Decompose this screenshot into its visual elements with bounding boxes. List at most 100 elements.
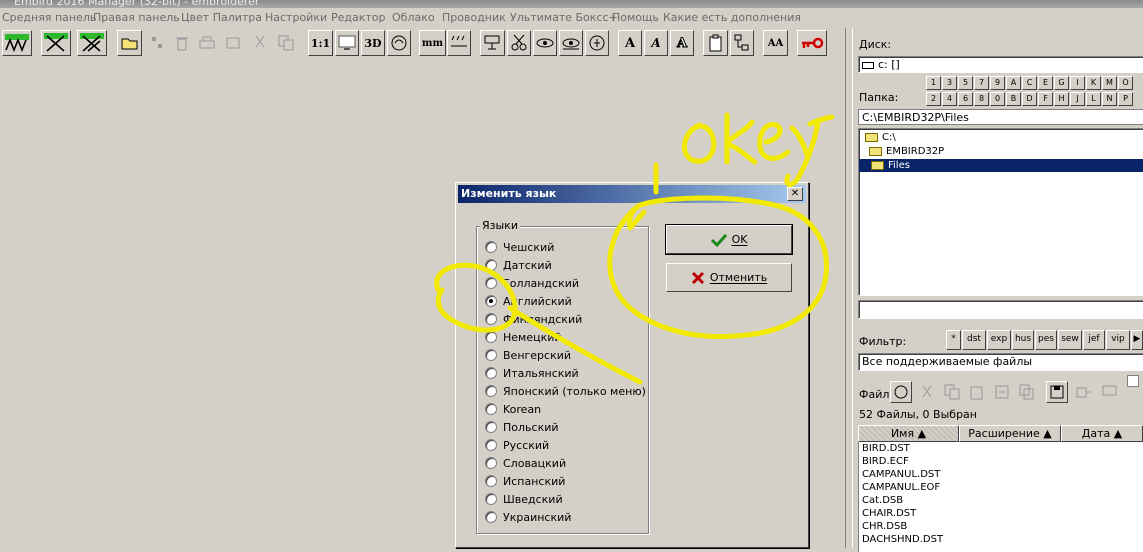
drive-key[interactable]: F xyxy=(1038,92,1053,106)
radio-italian[interactable]: Итальянский xyxy=(485,365,579,381)
radio-swedish[interactable]: Шведский xyxy=(485,491,563,507)
radio-ukrainian[interactable]: Украинский xyxy=(485,509,571,525)
radio-button[interactable] xyxy=(485,457,497,469)
drive-key[interactable]: H xyxy=(1054,92,1069,106)
drive-key[interactable]: 9 xyxy=(990,76,1005,90)
drive-key[interactable]: 2 xyxy=(926,92,941,106)
radio-button[interactable] xyxy=(485,331,497,343)
drive-key[interactable]: A xyxy=(1006,76,1021,90)
list-item[interactable]: CHAIR.DST xyxy=(859,507,1143,520)
drive-key[interactable]: 6 xyxy=(958,92,973,106)
list-item[interactable]: CAMPANUL.EOF xyxy=(859,481,1143,494)
drive-key[interactable]: 7 xyxy=(974,76,989,90)
radio-polish[interactable]: Польский xyxy=(485,419,559,435)
delete-icon[interactable] xyxy=(171,30,193,56)
multi-file-icon[interactable] xyxy=(1016,381,1038,403)
radio-dutch[interactable]: Голландский xyxy=(485,275,579,291)
copy-file-icon[interactable] xyxy=(941,381,963,403)
open-folder-icon[interactable] xyxy=(117,30,142,56)
save-file-icon[interactable] xyxy=(1046,381,1068,403)
menu-ultimate-box[interactable]: Ультимате Боксс+ xyxy=(510,11,618,24)
radio-button[interactable] xyxy=(485,295,497,307)
menu-help[interactable]: Помощь xyxy=(612,11,659,24)
list-item[interactable]: CHR.DSB xyxy=(859,520,1143,533)
drive-key[interactable]: 3 xyxy=(942,76,957,90)
scale-1-1-icon[interactable]: 1:1 xyxy=(308,30,333,56)
view-3d-icon[interactable]: 3D xyxy=(361,30,385,56)
radio-finnish[interactable]: Финляндский xyxy=(485,311,582,327)
metric-icon[interactable]: mm xyxy=(419,30,446,56)
cut-file-icon[interactable] xyxy=(916,381,938,403)
list-item[interactable]: Cat.DSB xyxy=(859,494,1143,507)
tree-item-c[interactable]: C:\ xyxy=(865,131,896,144)
radio-german[interactable]: Немецкий xyxy=(485,329,562,345)
radio-button[interactable] xyxy=(485,259,497,271)
list-item[interactable]: BIRD.DST xyxy=(859,442,1143,455)
radio-korean[interactable]: Korean xyxy=(485,401,541,417)
tree-item-files[interactable]: Files xyxy=(859,159,1143,172)
menu-color-palette[interactable]: Цвет Палитра xyxy=(181,11,262,24)
drive-key[interactable]: C xyxy=(1022,76,1037,90)
search-field[interactable] xyxy=(858,300,1143,319)
letter-a-icon[interactable]: A xyxy=(618,30,642,56)
radio-czech[interactable]: Чешский xyxy=(485,239,554,255)
filter-next-button[interactable]: ▶ xyxy=(1131,330,1143,350)
drive-key[interactable]: B xyxy=(1006,92,1021,106)
hoop-icon[interactable] xyxy=(585,30,609,56)
drive-key[interactable]: 5 xyxy=(958,76,973,90)
lasso-select-icon[interactable] xyxy=(890,381,912,403)
scissors-icon[interactable] xyxy=(507,30,531,56)
show-checkbox[interactable] xyxy=(1127,375,1139,387)
wand-deselect-icon[interactable] xyxy=(77,30,107,56)
wand-select-icon[interactable] xyxy=(41,30,71,56)
filter-all-button[interactable]: * xyxy=(946,330,961,350)
aa-icon[interactable]: AA xyxy=(763,30,788,56)
radio-english[interactable]: Английский xyxy=(485,293,572,309)
tree-item-embird[interactable]: EMBIRD32P xyxy=(869,145,944,158)
menu-editor[interactable]: Редактор xyxy=(331,11,386,24)
radio-button[interactable] xyxy=(485,511,497,523)
radio-russian[interactable]: Русский xyxy=(485,437,549,453)
radio-button[interactable] xyxy=(485,439,497,451)
drive-key[interactable]: J xyxy=(1070,92,1085,106)
letter-a-outline-icon[interactable]: A xyxy=(670,30,694,56)
machine-icon[interactable] xyxy=(480,30,505,56)
paste-file-icon[interactable] xyxy=(966,381,988,403)
drive-key[interactable]: 8 xyxy=(974,92,989,106)
eye-icon[interactable] xyxy=(533,30,557,56)
drive-key[interactable]: O xyxy=(1118,76,1133,90)
column-name[interactable]: Имя ▲ xyxy=(858,425,959,442)
filter-vip-button[interactable]: vip xyxy=(1106,330,1130,350)
drive-key[interactable]: N xyxy=(1102,92,1117,106)
radio-danish[interactable]: Датский xyxy=(485,257,552,273)
filter-dst-button[interactable]: dst xyxy=(962,330,986,350)
key-icon[interactable] xyxy=(797,30,827,56)
preview-icon[interactable] xyxy=(222,30,244,56)
radio-button[interactable] xyxy=(485,421,497,433)
panel-splitter[interactable] xyxy=(845,28,853,548)
drive-key[interactable]: G xyxy=(1054,76,1069,90)
filter-hus-button[interactable]: hus xyxy=(1012,330,1034,350)
radio-hungarian[interactable]: Венгерский xyxy=(485,347,571,363)
menu-right-panel[interactable]: Правая панель xyxy=(93,11,180,24)
filter-sew-button[interactable]: sew xyxy=(1058,330,1082,350)
radio-button[interactable] xyxy=(485,475,497,487)
radio-slovak[interactable]: Словацкий xyxy=(485,455,566,471)
stitch-icon[interactable] xyxy=(2,30,32,56)
radio-button[interactable] xyxy=(485,403,497,415)
letter-a-alt-icon[interactable]: A xyxy=(644,30,668,56)
list-item[interactable]: DACHSHND.DST xyxy=(859,533,1143,546)
inch-icon[interactable] xyxy=(447,30,471,56)
drive-key[interactable]: 0 xyxy=(990,92,1005,106)
ok-button[interactable]: OK xyxy=(665,224,793,255)
drive-key[interactable]: L xyxy=(1086,92,1101,106)
disk-select[interactable]: c: [] xyxy=(858,56,1143,73)
drive-key[interactable]: I xyxy=(1070,76,1085,90)
drive-key[interactable]: 1 xyxy=(926,76,941,90)
radio-button[interactable] xyxy=(485,493,497,505)
eye-alt-icon[interactable] xyxy=(559,30,583,56)
drive-key[interactable]: K xyxy=(1086,76,1101,90)
close-icon[interactable]: ✕ xyxy=(787,187,803,201)
tree-icon[interactable] xyxy=(730,30,754,56)
filter-select[interactable]: Все поддерживаемые файлы xyxy=(858,353,1143,371)
